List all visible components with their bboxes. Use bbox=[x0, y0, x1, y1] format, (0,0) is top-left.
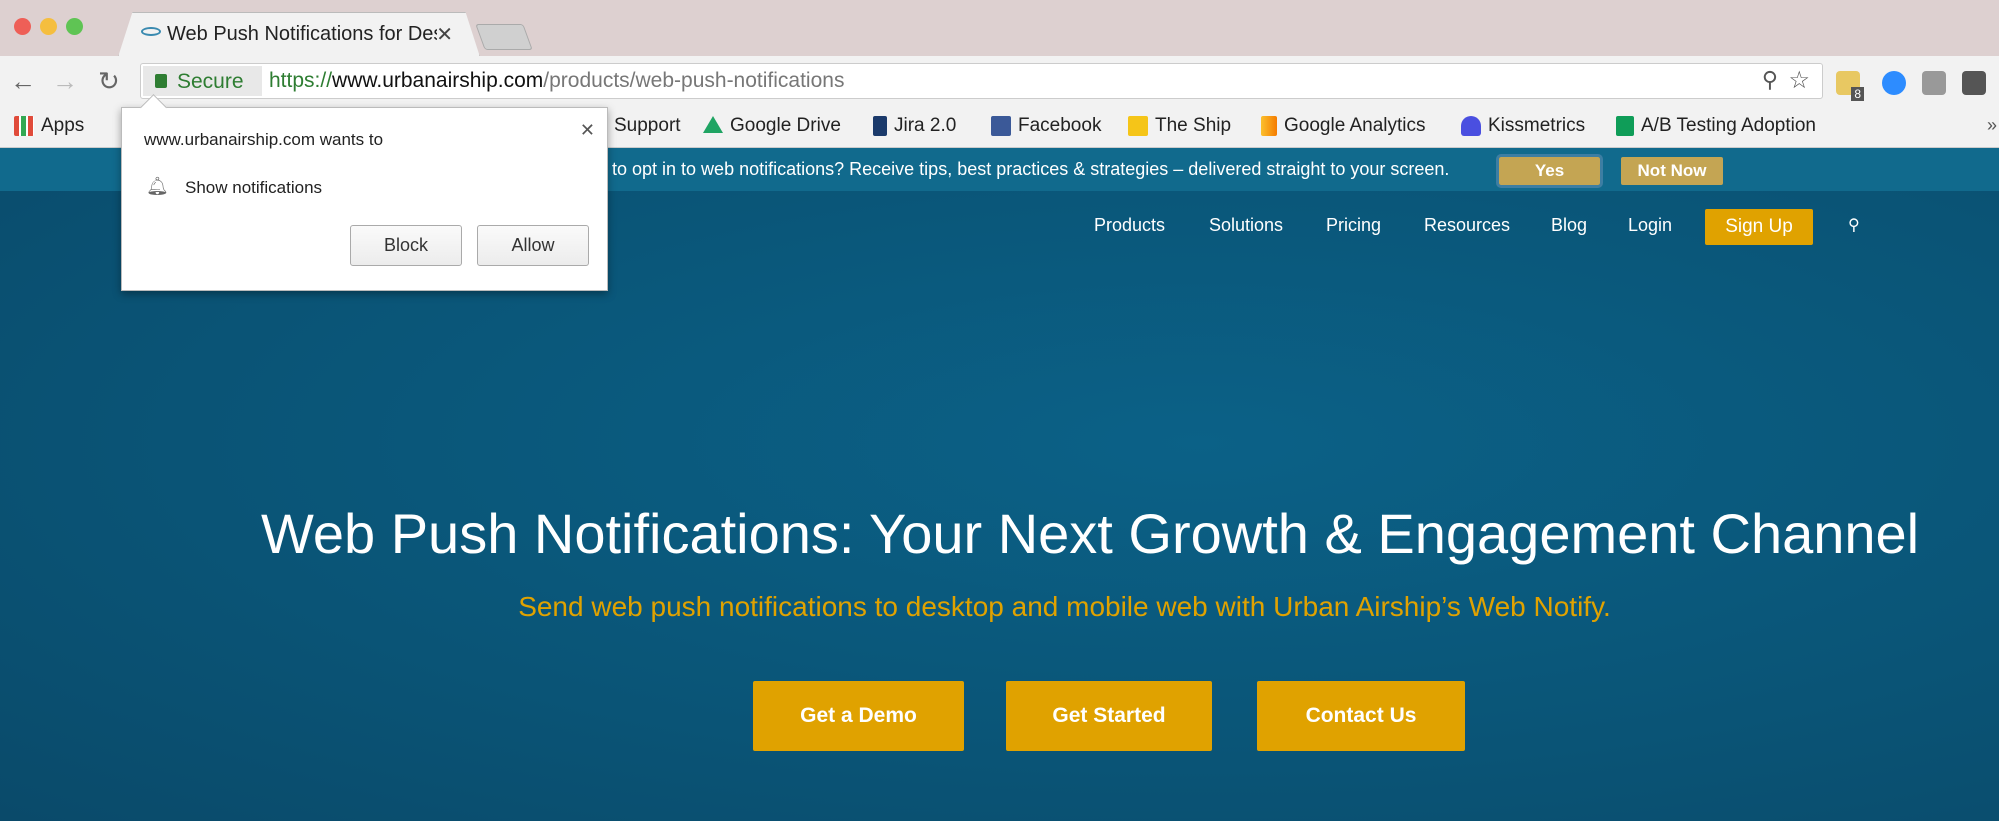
extension-icon[interactable]: 8 bbox=[1836, 71, 1864, 101]
popup-heading: www.urbanairship.com wants to bbox=[144, 130, 384, 149]
url-scheme: https:// bbox=[269, 69, 333, 92]
popup-close-icon[interactable]: ✕ bbox=[580, 120, 595, 141]
nav-blog[interactable]: Blog bbox=[1551, 215, 1587, 236]
url-domain: www.urbanairship.com bbox=[332, 69, 544, 92]
bookmark-label: Jira 2.0 bbox=[894, 115, 957, 136]
zoom-icon[interactable]: ⚲ bbox=[1762, 67, 1778, 93]
close-window-button[interactable] bbox=[14, 18, 31, 35]
tab-active[interactable]: Web Push Notifications for Desktop ✕ bbox=[118, 12, 480, 57]
notification-permission-popup: www.urbanairship.com wants to ✕ 🔔︎ Show … bbox=[121, 107, 608, 291]
address-bar[interactable]: Secure https://www.urbanairship.com/prod… bbox=[140, 63, 1823, 99]
bookmark-label: Facebook bbox=[1018, 115, 1102, 136]
apps-icon bbox=[14, 116, 34, 136]
secure-chip[interactable]: Secure bbox=[143, 66, 262, 96]
extension-badge: 8 bbox=[1851, 87, 1864, 101]
bookmark-star-icon[interactable]: ☆ bbox=[1788, 66, 1810, 95]
the-ship-icon bbox=[1128, 116, 1148, 136]
permission-label: Show notifications bbox=[185, 178, 323, 197]
allow-button[interactable]: Allow bbox=[477, 225, 589, 266]
get-started-button[interactable]: Get Started bbox=[1006, 681, 1212, 751]
reload-icon[interactable]: ↻ bbox=[98, 66, 120, 97]
tab-bar: Web Push Notifications for Desktop ✕ bbox=[0, 0, 1999, 57]
bookmark-label: A/B Testing Adoption bbox=[1641, 115, 1816, 136]
jira-icon bbox=[873, 116, 887, 136]
toolbar: ← → ↻ Secure https://www.urbanairship.co… bbox=[0, 56, 1999, 105]
pocket-icon[interactable] bbox=[1962, 71, 1986, 95]
google-drive-icon bbox=[703, 116, 723, 133]
url-path: /products/web-push-notifications bbox=[543, 69, 845, 92]
banner-not-now-button[interactable]: Not Now bbox=[1621, 157, 1723, 185]
tab-close-icon[interactable]: ✕ bbox=[436, 22, 453, 47]
favicon-icon bbox=[141, 27, 161, 36]
hero-title: Web Push Notifications: Your Next Growth… bbox=[261, 502, 1920, 565]
bookmark-google-analytics[interactable]: Google Analytics bbox=[1261, 115, 1426, 137]
new-tab-button[interactable] bbox=[475, 24, 533, 50]
block-button[interactable]: Block bbox=[350, 225, 462, 266]
google-analytics-icon bbox=[1261, 116, 1277, 136]
bookmark-the-ship[interactable]: The Ship bbox=[1128, 115, 1231, 137]
forward-icon[interactable]: → bbox=[52, 66, 78, 97]
back-icon[interactable]: ← bbox=[10, 66, 36, 97]
banner-text: to opt in to web notifications? Receive … bbox=[612, 159, 1450, 179]
bookmark-label: The Ship bbox=[1155, 115, 1232, 136]
lock-icon bbox=[155, 74, 167, 88]
sign-up-button[interactable]: Sign Up bbox=[1705, 209, 1813, 245]
bookmark-ab-testing[interactable]: A/B Testing Adoption bbox=[1616, 115, 1816, 137]
kissmetrics-icon bbox=[1461, 116, 1481, 136]
secure-label: Secure bbox=[177, 70, 244, 93]
bookmark-label: Google Drive bbox=[730, 115, 841, 136]
search-icon[interactable]: ⚲ bbox=[1848, 215, 1860, 235]
sheets-icon bbox=[1616, 116, 1634, 136]
nav-solutions[interactable]: Solutions bbox=[1209, 215, 1283, 236]
bookmark-label: Apps bbox=[41, 115, 85, 136]
nav-resources[interactable]: Resources bbox=[1424, 215, 1510, 236]
more-bookmarks-icon[interactable]: » bbox=[1987, 115, 1997, 136]
nav-pricing[interactable]: Pricing bbox=[1326, 215, 1381, 236]
bookmark-jira[interactable]: Jira 2.0 bbox=[873, 115, 956, 137]
maximize-window-button[interactable] bbox=[66, 18, 83, 35]
url-text: https://www.urbanairship.com/products/we… bbox=[269, 69, 844, 93]
banner-yes-button[interactable]: Yes bbox=[1496, 154, 1603, 188]
extension-icon[interactable] bbox=[1922, 71, 1946, 95]
minimize-window-button[interactable] bbox=[40, 18, 57, 35]
nav-login[interactable]: Login bbox=[1628, 215, 1672, 236]
bookmark-label: Support bbox=[614, 115, 681, 136]
nav-products[interactable]: Products bbox=[1094, 215, 1165, 236]
hero-subtitle: Send web push notifications to desktop a… bbox=[518, 591, 1611, 622]
contact-us-button[interactable]: Contact Us bbox=[1257, 681, 1465, 751]
bell-icon: 🔔︎ bbox=[146, 176, 169, 196]
bookmark-apps[interactable]: Apps bbox=[14, 115, 84, 137]
bookmark-kissmetrics[interactable]: Kissmetrics bbox=[1461, 115, 1585, 137]
zoom-video-icon[interactable] bbox=[1882, 71, 1906, 95]
bookmark-google-drive[interactable]: Google Drive bbox=[703, 115, 841, 137]
bookmark-label: Google Analytics bbox=[1284, 115, 1426, 136]
bookmark-facebook[interactable]: Facebook bbox=[991, 115, 1101, 137]
bookmark-label: Kissmetrics bbox=[1488, 115, 1586, 136]
get-demo-button[interactable]: Get a Demo bbox=[753, 681, 964, 751]
facebook-icon bbox=[991, 116, 1011, 136]
tab-title: Web Push Notifications for Desktop bbox=[167, 23, 437, 45]
bookmark-support[interactable]: Support bbox=[614, 115, 681, 137]
